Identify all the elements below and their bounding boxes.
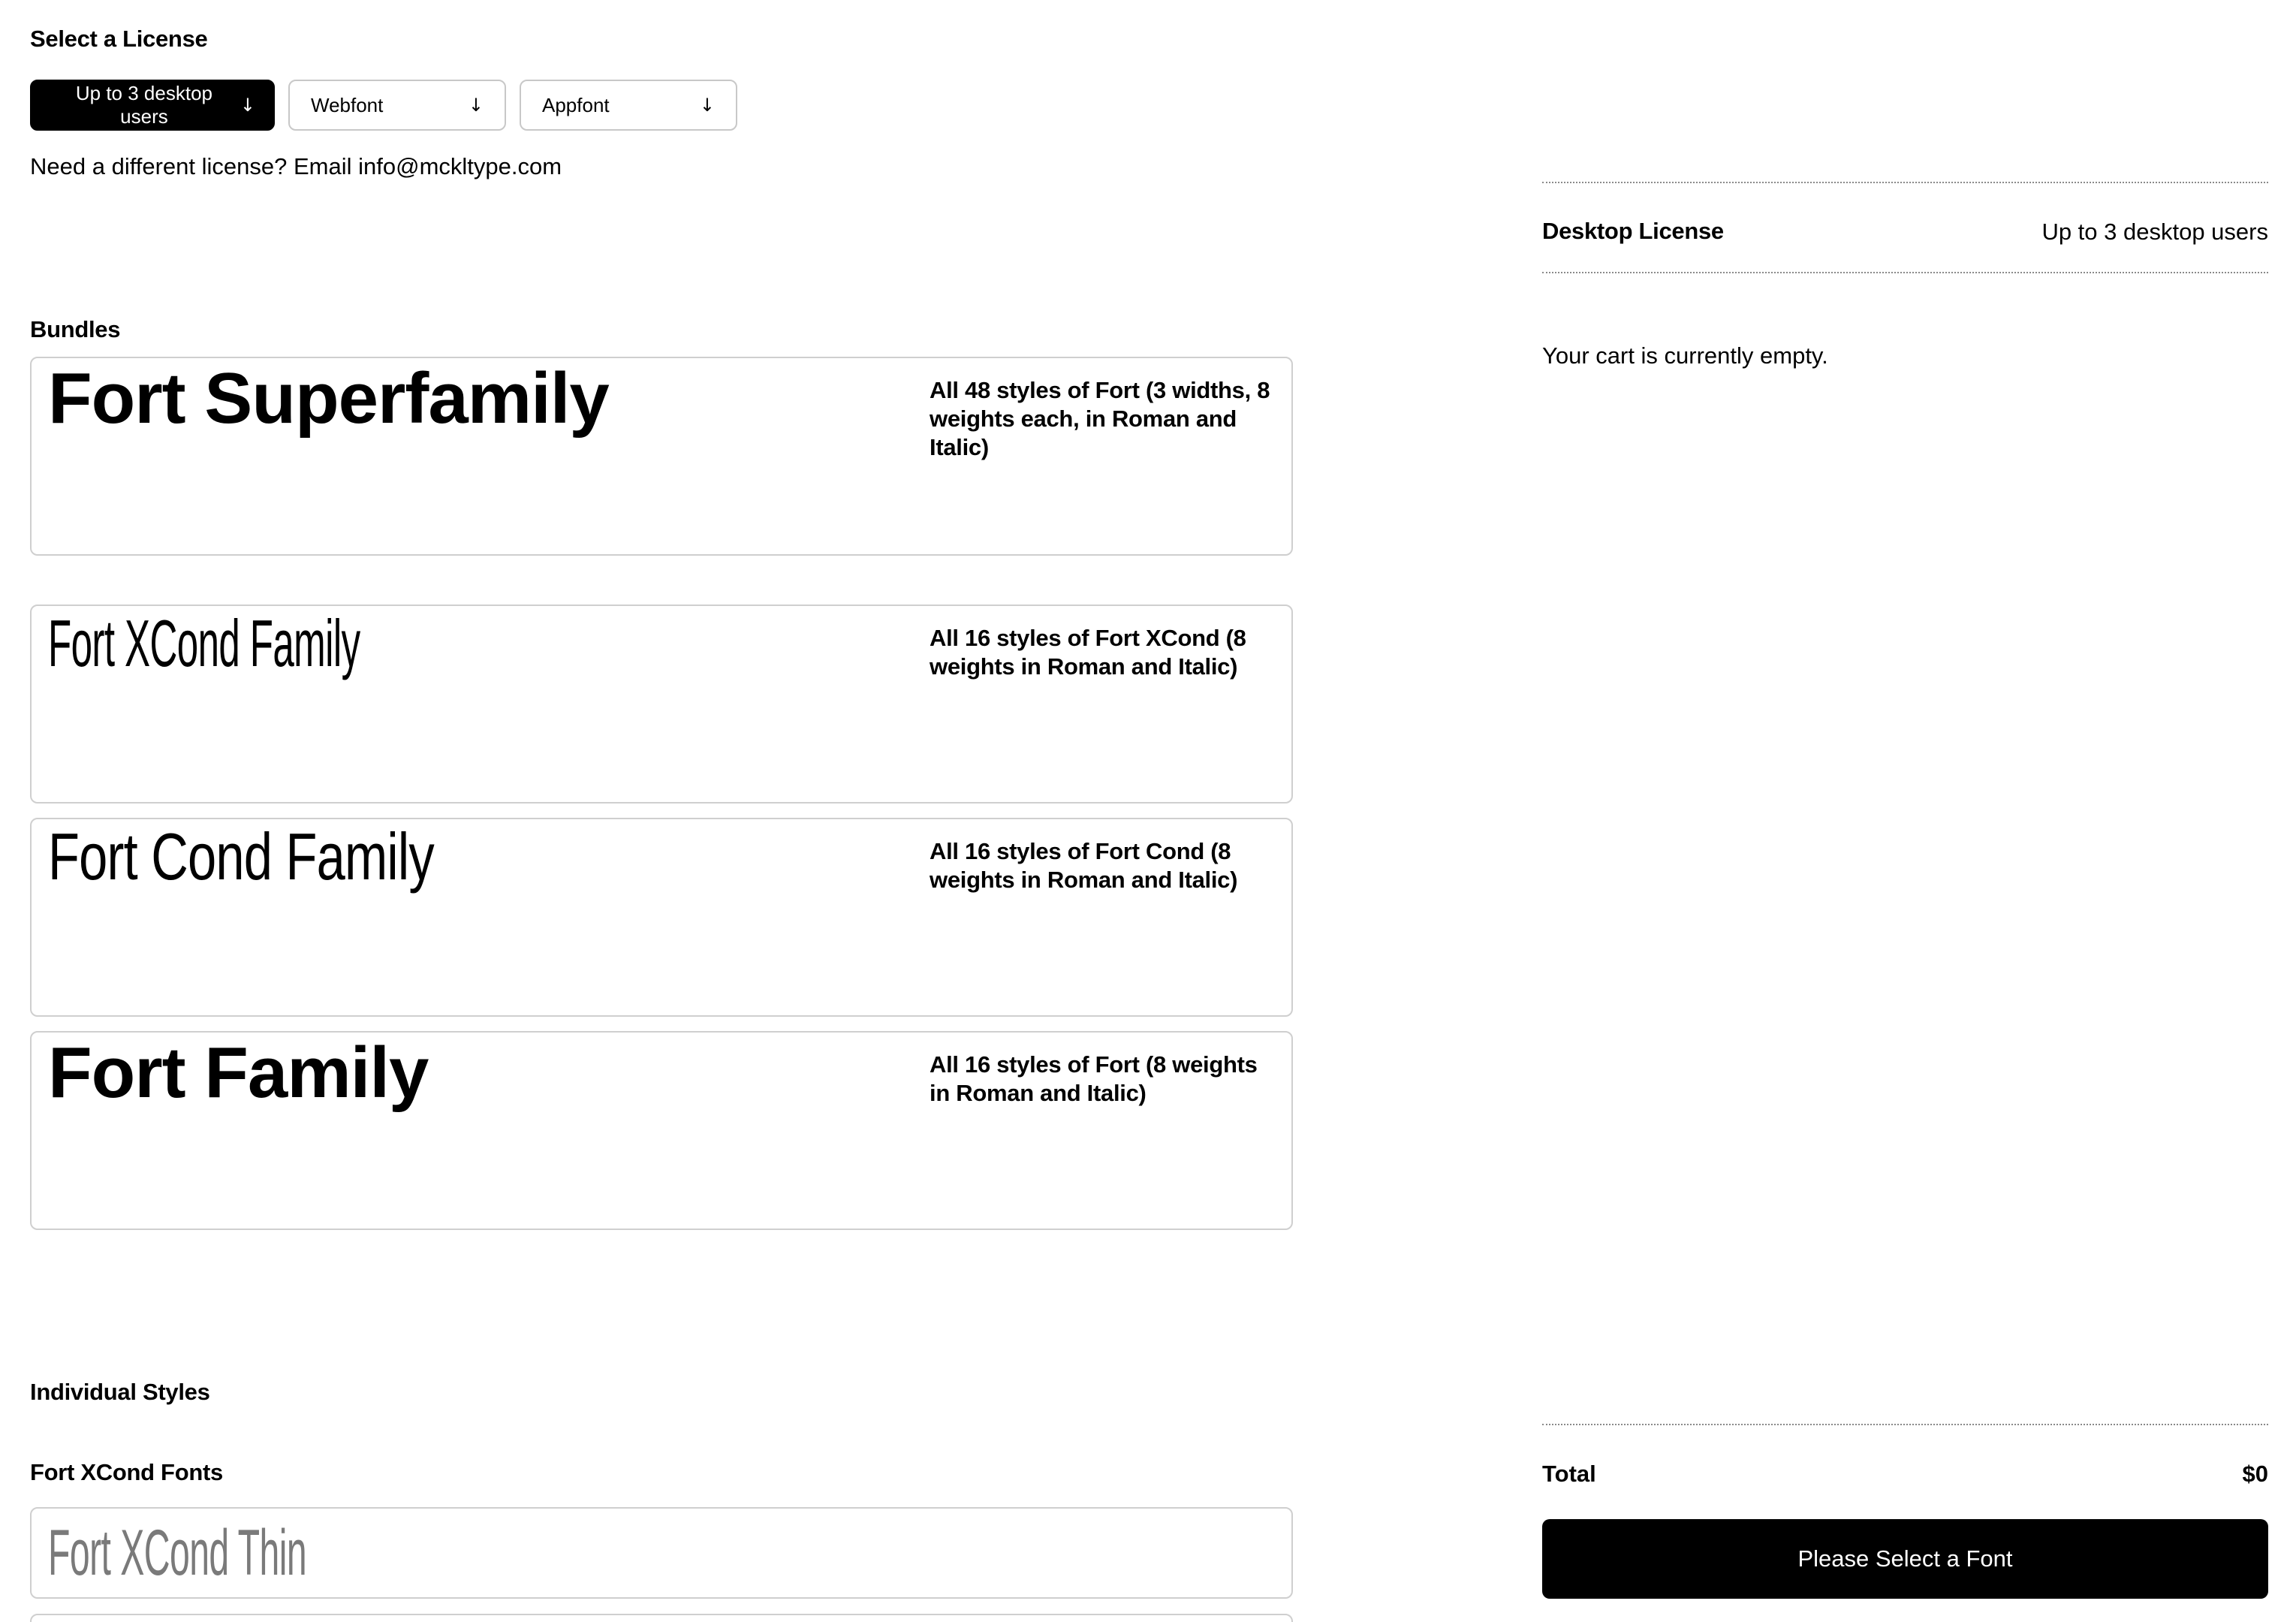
- bundle-name: Fort Superfamily: [48, 358, 610, 439]
- bundles-heading: Bundles: [30, 316, 121, 342]
- individual-styles-heading: Individual Styles: [30, 1379, 210, 1405]
- bundle-card-fort-family[interactable]: Fort Family All 16 styles of Fort (8 wei…: [30, 1031, 1293, 1230]
- select-license-heading: Select a License: [30, 26, 208, 52]
- divider: [1542, 272, 2268, 273]
- bundle-description: All 16 styles of Fort XCond (8 weights i…: [930, 625, 1246, 680]
- arrow-down-icon: ↓: [699, 95, 715, 116]
- cart-license-value: Up to 3 desktop users: [2041, 219, 2268, 245]
- cart-empty-message: Your cart is currently empty.: [1542, 342, 1828, 369]
- bundle-name: Fort Family: [48, 1033, 429, 1113]
- style-card-fort-xcond-thin[interactable]: Fort XCond Thin: [30, 1507, 1293, 1599]
- style-card[interactable]: [30, 1614, 1293, 1622]
- fort-xcond-fonts-heading: Fort XCond Fonts: [30, 1459, 223, 1485]
- license-desktop-label: Up to 3 desktop users: [75, 82, 212, 128]
- checkout-page: Select a License Up to 3 desktop users ↓…: [0, 0, 2296, 1622]
- license-options: Up to 3 desktop users ↓ Webfont ↓ Appfon…: [30, 80, 737, 131]
- bundle-description: All 16 styles of Fort Cond (8 weights in…: [930, 838, 1238, 893]
- bundle-description: All 16 styles of Fort (8 weights in Roma…: [930, 1051, 1258, 1106]
- license-webfont-label: Webfont: [311, 93, 384, 116]
- license-desktop-button[interactable]: Up to 3 desktop users ↓: [30, 80, 275, 131]
- arrow-down-icon: ↓: [240, 95, 255, 116]
- bundle-name: Fort Cond Family: [48, 819, 435, 894]
- style-name: Fort XCond Thin: [48, 1517, 307, 1589]
- arrow-down-icon: ↓: [468, 95, 484, 116]
- bundle-card-fort-xcond-family[interactable]: Fort XCond Family All 16 styles of Fort …: [30, 604, 1293, 803]
- bundle-card-fort-superfamily[interactable]: Fort Superfamily All 48 styles of Fort (…: [30, 357, 1293, 556]
- bundle-card-fort-cond-family[interactable]: Fort Cond Family All 16 styles of Fort C…: [30, 818, 1293, 1017]
- license-note: Need a different license? Email info@mck…: [30, 153, 562, 179]
- total-value: $0: [2242, 1461, 2268, 1487]
- checkout-button[interactable]: Please Select a Font: [1542, 1519, 2268, 1599]
- license-appfont-button[interactable]: Appfont ↓: [520, 80, 737, 131]
- license-appfont-label: Appfont: [542, 93, 610, 116]
- license-webfont-button[interactable]: Webfont ↓: [288, 80, 506, 131]
- bundle-description: All 48 styles of Fort (3 widths, 8 weigh…: [930, 377, 1270, 460]
- bundle-name: Fort XCond Family: [48, 606, 360, 680]
- total-label: Total: [1542, 1461, 1596, 1487]
- cart-license-label: Desktop License: [1542, 218, 1724, 244]
- divider: [1542, 182, 2268, 183]
- divider: [1542, 1424, 2268, 1425]
